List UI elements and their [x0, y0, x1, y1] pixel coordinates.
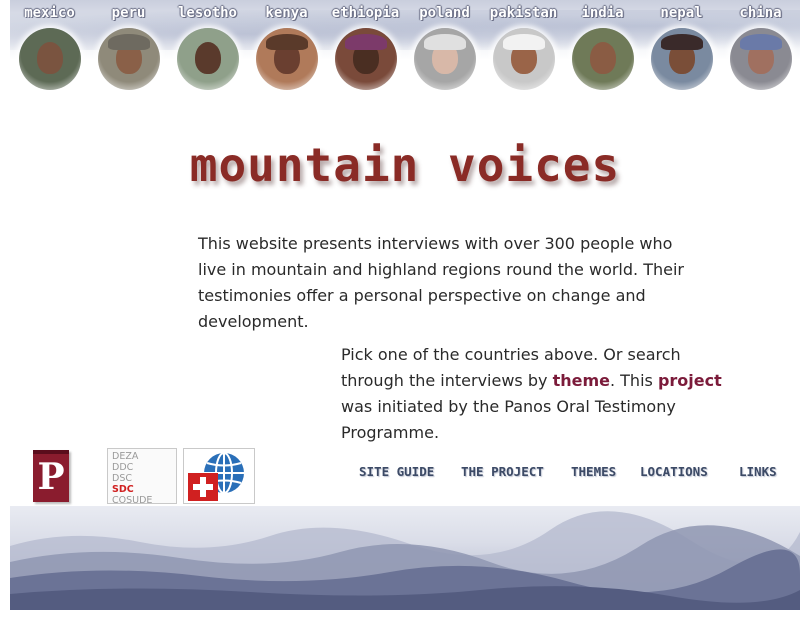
- nav-themes[interactable]: THEMES: [571, 464, 616, 479]
- country-link-pakistan[interactable]: pakistan: [484, 0, 563, 96]
- portrait-photo: [650, 28, 713, 90]
- theme-link[interactable]: theme: [553, 371, 610, 390]
- portrait-photo: [176, 28, 239, 90]
- country-link-india[interactable]: india: [563, 0, 642, 96]
- headwear-shape: [739, 34, 782, 50]
- project-link[interactable]: project: [658, 371, 722, 390]
- face-shape: [36, 42, 63, 74]
- country-name: lesotho: [177, 5, 237, 21]
- portrait-photo: [729, 28, 792, 90]
- country-name: poland: [419, 5, 470, 21]
- country-link-lesotho[interactable]: lesotho: [168, 0, 247, 96]
- portrait-photo: [413, 28, 476, 90]
- face-shape: [589, 42, 616, 74]
- country-link-peru[interactable]: peru: [89, 0, 168, 96]
- panos-logo[interactable]: P: [33, 450, 69, 502]
- deza-line: COSUDE: [112, 495, 153, 506]
- mountain-landscape-image: [10, 506, 800, 610]
- pick-text-part2: . This: [609, 371, 658, 390]
- bottom-nav: SITE GUIDE THE PROJECT THEMES LOCATIONS …: [355, 464, 795, 484]
- portrait-photo: [18, 28, 81, 90]
- headwear-shape: [344, 34, 387, 50]
- deza-logo[interactable]: DEZA DDC DSC SDC COSUDE: [107, 448, 177, 506]
- country-name: nepal: [660, 5, 703, 21]
- portrait-photo: [334, 28, 397, 90]
- country-name: mexico: [24, 5, 75, 21]
- country-name: china: [739, 5, 782, 21]
- headwear-shape: [502, 34, 545, 50]
- portrait-photo: [97, 28, 160, 90]
- country-name: ethiopia: [331, 5, 400, 21]
- headwear-shape: [265, 34, 308, 50]
- globe-cross-icon: [188, 452, 244, 501]
- country-name: india: [581, 5, 624, 21]
- nav-locations[interactable]: LOCATIONS: [640, 464, 708, 479]
- sdc-globe-logo[interactable]: [183, 448, 255, 504]
- country-name: pakistan: [489, 5, 558, 21]
- country-link-poland[interactable]: poland: [405, 0, 484, 96]
- country-link-mexico[interactable]: mexico: [10, 0, 89, 96]
- nav-links[interactable]: LINKS: [739, 464, 777, 479]
- deza-line: DEZA: [112, 451, 139, 462]
- country-link-ethiopia[interactable]: ethiopia: [326, 0, 405, 96]
- country-link-nepal[interactable]: nepal: [642, 0, 721, 96]
- portrait-photo: [255, 28, 318, 90]
- headwear-shape: [107, 34, 150, 50]
- portrait-photo: [492, 28, 555, 90]
- pick-text: Pick one of the countries above. Or sear…: [341, 342, 741, 446]
- country-link-kenya[interactable]: kenya: [247, 0, 326, 96]
- deza-line-sdc: SDC: [112, 484, 134, 495]
- intro-text: This website presents interviews with ov…: [198, 234, 684, 331]
- site-title: mountain voices: [189, 138, 621, 192]
- country-name: peru: [111, 5, 146, 21]
- headwear-shape: [660, 34, 703, 50]
- headwear-shape: [423, 34, 466, 50]
- country-link-china[interactable]: china: [721, 0, 800, 96]
- pick-text-part3: was initiated by the Panos Oral Testimon…: [341, 397, 676, 442]
- deza-line: DSC: [112, 473, 132, 484]
- nav-the-project[interactable]: THE PROJECT: [461, 464, 544, 479]
- mountain-ridges-icon: [10, 511, 800, 610]
- deza-line: DDC: [112, 462, 134, 473]
- nav-site-guide[interactable]: SITE GUIDE: [359, 464, 434, 479]
- country-name: kenya: [265, 5, 308, 21]
- country-banner: mexico peru lesotho kenya ethiopia poland paki…: [10, 0, 800, 96]
- portrait-photo: [571, 28, 634, 90]
- face-shape: [194, 42, 221, 74]
